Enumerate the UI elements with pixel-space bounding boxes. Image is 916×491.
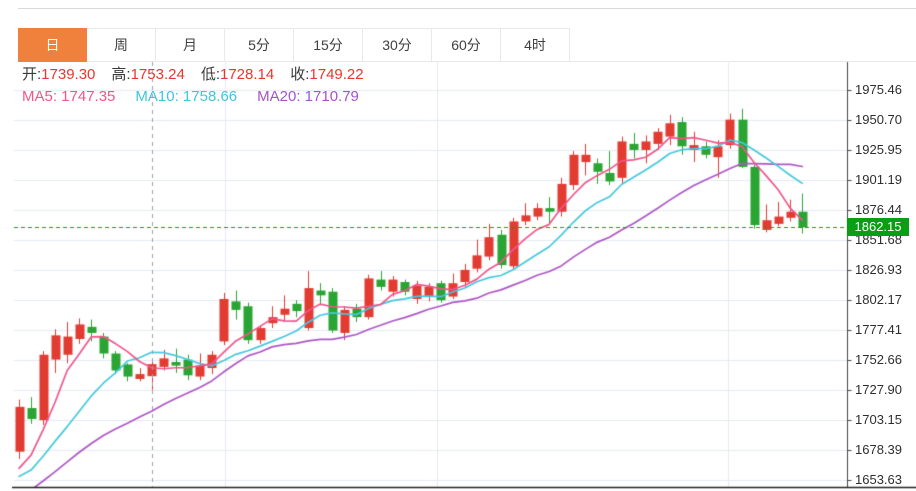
candlestick-chart[interactable]: [0, 0, 916, 491]
current-price-label: 1862.15: [847, 218, 909, 236]
